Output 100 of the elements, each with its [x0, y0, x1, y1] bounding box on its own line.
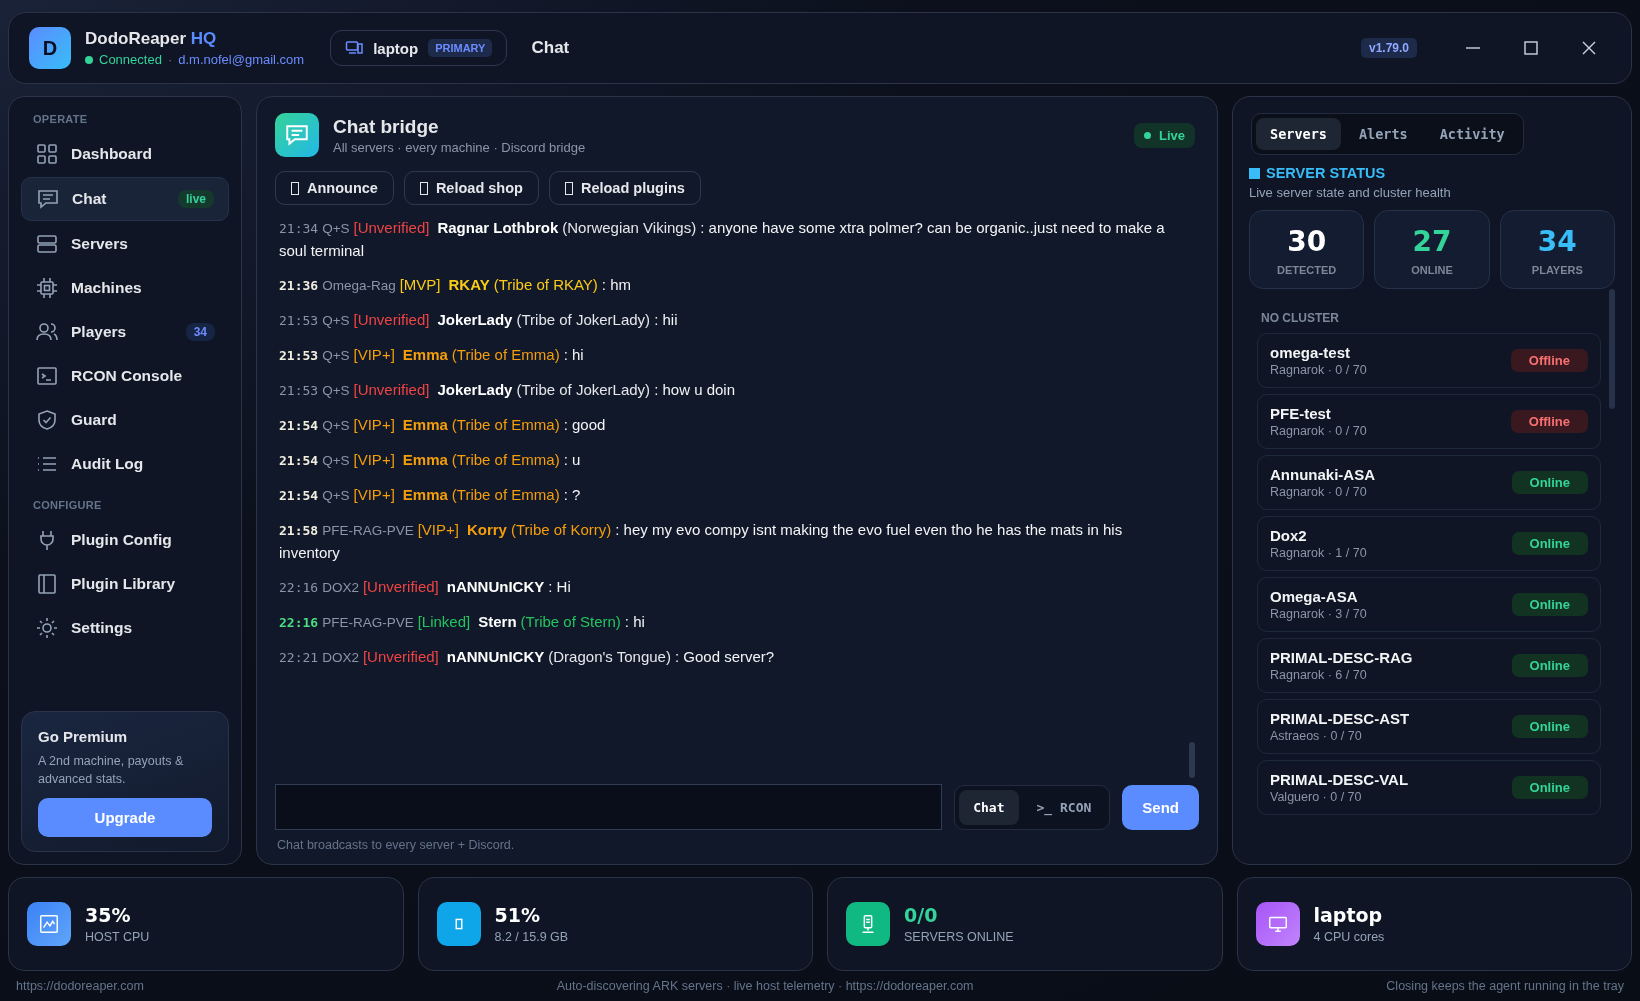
server-row[interactable]: PRIMAL-DESC-RAG Ragnarok · 6 / 70 Online — [1257, 638, 1601, 693]
chat-message: 21:34 Q+S [Unverified] Ragnar Lothbrok (Norwegian Vikings) : anyone have some xtra polmer? can be organic..just need to make a soul terminal — [279, 218, 1166, 261]
chat-message: 21:58 PFE-RAG-PVE [VIP+] Korry (Tribe of Korry) : hey my evo compy isnt making the evo fuel even tho he has the mats in his inventory — [279, 520, 1124, 563]
server-details: Ragnarok · 6 / 70 — [1270, 668, 1368, 682]
nav-item[interactable]: Players 34 — [21, 311, 229, 353]
footer-note: Closing keeps the agent running in the tray — [1386, 979, 1624, 993]
nav-item[interactable]: Chat live — [21, 177, 229, 221]
status-badge: Online — [1511, 471, 1588, 494]
sun-icon — [35, 616, 59, 640]
server-details: Ragnarok · 3 / 70 — [1270, 607, 1368, 621]
nav-item[interactable]: Guard — [21, 399, 229, 441]
metric-label: HOST CPU — [85, 930, 150, 944]
server-details: Valguero · 0 / 70 — [1270, 790, 1363, 804]
nav-item[interactable]: Machines — [21, 267, 229, 309]
section-label: OPERATE — [32, 112, 89, 127]
scrollbar[interactable] — [1609, 289, 1615, 409]
server-row[interactable]: PRIMAL-DESC-VAL Valguero · 0 / 70 Online — [1257, 760, 1601, 815]
chat-message: 21:54 Q+S [VIP+] Emma (Tribe of Emma) : u — [279, 450, 582, 470]
chat-message: 21:36 Omega-Rag [MVP] RKAY (Tribe of RKAY) : hm — [279, 275, 633, 295]
input-hint: Chat broadcasts to every server + Discord. — [276, 838, 516, 852]
machine-selector[interactable]: laptop PRIMARY — [330, 30, 508, 66]
stat-value: 34 — [1536, 225, 1578, 258]
stat-value: 30 — [1286, 225, 1328, 258]
chat-message: 21:53 Q+S [Unverified] JokerLady (Tribe of JokerLady) : hii — [279, 310, 679, 330]
stat-label: ONLINE — [1410, 264, 1454, 276]
nav-item[interactable]: Audit Log — [21, 443, 229, 485]
maximize-icon — [1523, 40, 1539, 56]
server-icon — [35, 232, 59, 256]
panel-tab[interactable]: Servers — [1256, 118, 1341, 150]
server-name: Annunaki-ASA — [1270, 466, 1376, 483]
nav-item[interactable]: Plugin Library — [21, 563, 229, 605]
server-row[interactable]: Annunaki-ASA Ragnarok · 0 / 70 Online — [1257, 455, 1601, 510]
monitor-icon — [1255, 902, 1300, 946]
chip-icon — [35, 276, 59, 300]
server-name: Dox2 — [1270, 527, 1308, 544]
section-title: SERVER STATUS — [1266, 165, 1386, 181]
message-input[interactable] — [275, 784, 943, 830]
mode-tab[interactable]: >_ RCON — [1022, 789, 1106, 825]
server-name: PRIMAL-DESC-VAL — [1270, 771, 1410, 788]
panel-tab[interactable]: Alerts — [1344, 118, 1422, 150]
server-row[interactable]: Dox2 Ragnarok · 1 / 70 Online — [1257, 516, 1601, 571]
panel-tab[interactable]: Activity — [1425, 118, 1519, 150]
chat-message: 22:16 PFE-RAG-PVE [Linked] Stern (Tribe of Stern) : hi — [279, 612, 646, 632]
server-row[interactable]: omega-test Ragnarok · 0 / 70 Offline — [1257, 333, 1601, 388]
server-name: PFE-test — [1270, 405, 1332, 422]
server-name: omega-test — [1270, 344, 1352, 361]
metric-value: 51% — [494, 904, 541, 926]
account-email: d.m.nofel@gmail.com — [178, 52, 305, 67]
nav-item[interactable]: Settings — [21, 607, 229, 649]
metric-value: 0/0 — [904, 904, 939, 926]
server-details: Ragnarok · 0 / 70 — [1270, 485, 1368, 499]
server-details: Ragnarok · 0 / 70 — [1270, 424, 1368, 438]
metric-label: 8.2 / 15.9 GB — [494, 930, 569, 944]
nav-item[interactable]: RCON Console — [21, 355, 229, 397]
chat-message: 21:54 Q+S [VIP+] Emma (Tribe of Emma) : good — [279, 415, 607, 435]
section-subtitle: Live server state and cluster health — [1249, 185, 1452, 200]
nav-badge: 34 — [185, 323, 215, 341]
status-badge: Offline — [1510, 410, 1588, 433]
missing-glyph-icon — [419, 181, 428, 195]
scrollbar[interactable] — [1189, 742, 1195, 778]
nav-item[interactable]: Plugin Config — [21, 519, 229, 561]
server-details: Astraeos · 0 / 70 — [1270, 729, 1363, 743]
promo-title: Go Premium — [38, 728, 129, 745]
app-title: DodoReaper HQ — [85, 29, 218, 49]
footer-link[interactable]: https://dodoreaper.com — [16, 979, 144, 993]
metric-label: 4 CPU cores — [1313, 930, 1385, 944]
nav-item[interactable]: Dashboard — [21, 133, 229, 175]
metric-value: laptop — [1313, 904, 1384, 926]
status-badge: Online — [1511, 593, 1588, 616]
nav-badge: live — [178, 190, 214, 208]
terminal-icon — [35, 364, 59, 388]
promo-text: A 2nd machine, payouts & advanced stats. — [38, 753, 185, 788]
nav-item[interactable]: Servers — [21, 223, 229, 265]
status-badge: Online — [1511, 532, 1588, 555]
section-label: CONFIGURE — [32, 498, 103, 513]
action-button[interactable]: Reload shop — [403, 171, 539, 205]
status-badge: Online — [1511, 654, 1588, 677]
chat-message: 22:16 DOX2 [Unverified] nANNUnICKY : Hi — [279, 577, 572, 597]
shield-icon — [35, 408, 59, 432]
live-badge: Live — [1134, 122, 1195, 148]
status-badge: Offline — [1510, 349, 1588, 372]
separator: · — [167, 52, 173, 67]
action-button[interactable]: Reload plugins — [548, 171, 701, 205]
server-name: Omega-ASA — [1270, 588, 1359, 605]
server-row[interactable]: Omega-ASA Ragnarok · 3 / 70 Online — [1257, 577, 1601, 632]
chat-message: 21:53 Q+S [Unverified] JokerLady (Tribe of JokerLady) : how u doin — [279, 380, 736, 400]
machine-icon — [345, 40, 364, 56]
panel-subtitle: All servers · every machine · Discord bridge — [333, 139, 586, 155]
server-name: PRIMAL-DESC-AST — [1270, 710, 1411, 727]
chat-message: 21:54 Q+S [VIP+] Emma (Tribe of Emma) : ? — [279, 485, 582, 505]
mode-tab[interactable]: Chat — [959, 789, 1019, 825]
chat-message: 22:21 DOX2 [Unverified] nANNUnICKY (Dragon's Tongue) : Good server? — [279, 647, 776, 667]
action-button[interactable]: Announce — [275, 171, 394, 205]
server-row[interactable]: PRIMAL-DESC-AST Astraeos · 0 / 70 Online — [1257, 699, 1601, 754]
stat-label: DETECTED — [1276, 264, 1338, 276]
minimize-icon — [1466, 47, 1480, 49]
missing-glyph-icon — [564, 181, 573, 195]
stat-label: PLAYERS — [1530, 264, 1584, 276]
group-label: NO CLUSTER — [1260, 310, 1340, 327]
server-row[interactable]: PFE-test Ragnarok · 0 / 70 Offline — [1257, 394, 1601, 449]
